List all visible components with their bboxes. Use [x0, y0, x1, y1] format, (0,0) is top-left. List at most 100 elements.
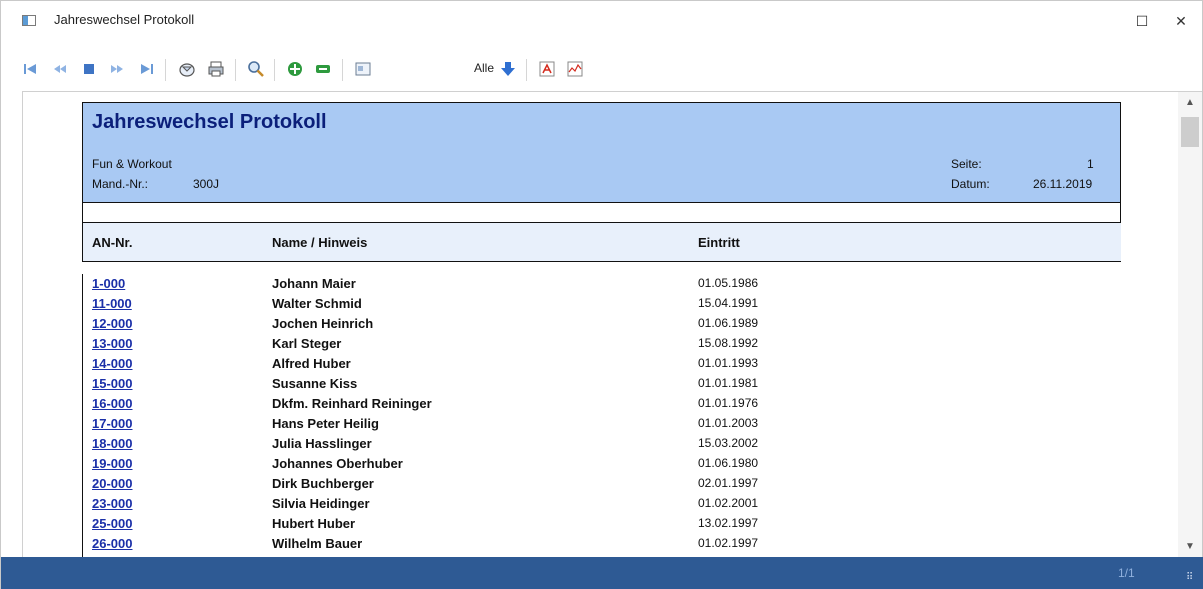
- entry-date: 01.02.1997: [698, 536, 759, 550]
- table-row: 18-000 Julia Hasslinger 15.03.2002: [83, 434, 1122, 454]
- employee-name: Alfred Huber: [272, 356, 351, 371]
- employee-name: Hubert Huber: [272, 516, 356, 531]
- employee-name: Silvia Heidinger: [272, 496, 370, 511]
- entry-date: 01.06.1989: [698, 316, 759, 330]
- toolbar: Alle: [1, 53, 1202, 85]
- first-page-icon[interactable]: [21, 60, 39, 78]
- employee-name: Jochen Heinrich: [272, 316, 374, 331]
- window-title: Jahreswechsel Protokoll: [54, 12, 195, 27]
- table-row: 25-000 Hubert Huber 13.02.1997: [83, 514, 1122, 534]
- table-row: 19-000 Johannes Oberhuber 01.06.1980: [83, 454, 1122, 474]
- page-indicator: 1/1: [1118, 566, 1135, 580]
- an-nr-link[interactable]: 11-000: [92, 296, 132, 311]
- scroll-up-icon[interactable]: ▲: [1178, 94, 1202, 112]
- stop-icon[interactable]: [80, 60, 98, 78]
- column-eintritt: Eintritt: [698, 235, 740, 250]
- entry-date: 15.04.1991: [698, 296, 759, 310]
- an-nr-link[interactable]: 15-000: [92, 376, 132, 391]
- report-viewer: Jahreswechsel Protokoll Fun & Workout Ma…: [22, 91, 1202, 557]
- alle-label[interactable]: Alle: [474, 61, 494, 75]
- an-nr-link[interactable]: 18-000: [92, 436, 132, 451]
- entry-date: 01.06.1980: [698, 456, 759, 470]
- entry-date: 01.01.1981: [698, 376, 759, 390]
- image-icon[interactable]: [354, 60, 372, 78]
- an-nr-link[interactable]: 25-000: [92, 516, 132, 531]
- maximize-button[interactable]: ☐: [1132, 11, 1152, 31]
- column-name: Name / Hinweis: [272, 235, 368, 250]
- an-nr-link[interactable]: 16-000: [92, 396, 132, 411]
- employee-name: Julia Hasslinger: [272, 436, 372, 451]
- toolbar-separator: [526, 59, 527, 81]
- entry-date: 01.01.2003: [698, 416, 759, 430]
- employee-name: Dkfm. Reinhard Reininger: [272, 396, 432, 411]
- send-icon[interactable]: [178, 60, 196, 78]
- pdf-icon[interactable]: [538, 60, 556, 78]
- entry-date: 02.01.1997: [698, 476, 759, 490]
- export-down-icon[interactable]: [499, 60, 517, 78]
- entry-date: 15.03.2002: [698, 436, 759, 450]
- report-page: Jahreswechsel Protokoll Fun & Workout Ma…: [82, 102, 1121, 557]
- an-nr-link[interactable]: 20-000: [92, 476, 132, 491]
- table-row: 23-000 Silvia Heidinger 01.02.2001: [83, 494, 1122, 514]
- table-row: 17-000 Hans Peter Heilig 01.01.2003: [83, 414, 1122, 434]
- table-row: 16-000 Dkfm. Reinhard Reininger 01.01.1976: [83, 394, 1122, 414]
- company-name: Fun & Workout: [92, 157, 172, 171]
- toolbar-separator: [235, 59, 236, 81]
- table-row: 15-000 Susanne Kiss 01.01.1981: [83, 374, 1122, 394]
- seite-value: 1: [1087, 157, 1094, 171]
- an-nr-link[interactable]: 14-000: [92, 356, 132, 371]
- datum-label: Datum:: [951, 177, 990, 191]
- zoom-icon[interactable]: [247, 60, 265, 78]
- scroll-down-icon[interactable]: ▼: [1178, 538, 1202, 556]
- an-nr-link[interactable]: 19-000: [92, 456, 132, 471]
- toolbar-separator: [342, 59, 343, 81]
- zoom-in-icon[interactable]: [286, 60, 304, 78]
- print-icon[interactable]: [207, 60, 225, 78]
- table-row: 20-000 Dirk Buchberger 02.01.1997: [83, 474, 1122, 494]
- employee-name: Wilhelm Bauer: [272, 536, 363, 551]
- mand-value: 300J: [193, 177, 220, 191]
- zoom-out-icon[interactable]: [314, 60, 332, 78]
- employee-name: Walter Schmid: [272, 296, 362, 311]
- an-nr-link[interactable]: 17-000: [92, 416, 132, 431]
- header-spacer: [82, 203, 1121, 223]
- entry-date: 15.08.1992: [698, 336, 759, 350]
- entry-date: 01.05.1986: [698, 276, 759, 290]
- column-an-nr: AN-Nr.: [92, 235, 133, 250]
- an-nr-link[interactable]: 23-000: [92, 496, 132, 511]
- close-button[interactable]: ✕: [1171, 11, 1191, 31]
- status-bar: 1/1 ⠿: [1, 557, 1203, 589]
- toolbar-separator: [165, 59, 166, 81]
- an-nr-link[interactable]: 12-000: [92, 316, 132, 331]
- employee-name: Johann Maier: [272, 276, 356, 291]
- table-row: 1-000 Johann Maier 01.05.1986: [83, 274, 1122, 294]
- table-row: 12-000 Jochen Heinrich 01.06.1989: [83, 314, 1122, 334]
- table-header: AN-Nr. Name / Hinweis Eintritt: [82, 223, 1121, 262]
- an-nr-link[interactable]: 26-000: [92, 536, 132, 551]
- table-row: 11-000 Walter Schmid 15.04.1991: [83, 294, 1122, 314]
- report-title: Jahreswechsel Protokoll: [92, 111, 327, 133]
- an-nr-link[interactable]: 13-000: [92, 336, 132, 351]
- table-row: 26-000 Wilhelm Bauer 01.02.1997: [83, 534, 1122, 554]
- chart-icon[interactable]: [566, 60, 584, 78]
- scroll-thumb[interactable]: [1181, 117, 1199, 147]
- report-window: Jahreswechsel Protokoll ☐ ✕ Alle Jahresw…: [0, 0, 1203, 589]
- seite-label: Seite:: [951, 157, 982, 171]
- table-row: 13-000 Karl Steger 15.08.1992: [83, 334, 1122, 354]
- toolbar-separator: [274, 59, 275, 81]
- next-page-icon[interactable]: [108, 60, 126, 78]
- resize-grip-icon[interactable]: ⠿: [1186, 572, 1193, 583]
- employee-name: Susanne Kiss: [272, 376, 358, 391]
- table-row: 14-000 Alfred Huber 01.01.1993: [83, 354, 1122, 374]
- entry-date: 01.01.1993: [698, 356, 759, 370]
- employee-name: Dirk Buchberger: [272, 476, 374, 491]
- title-bar: Jahreswechsel Protokoll ☐ ✕: [1, 1, 1202, 39]
- entry-date: 01.02.2001: [698, 496, 759, 510]
- mand-label: Mand.-Nr.:: [92, 177, 149, 191]
- an-nr-link[interactable]: 1-000: [92, 276, 125, 291]
- entry-date: 01.01.1976: [698, 396, 759, 410]
- prev-page-icon[interactable]: [51, 60, 69, 78]
- vertical-scrollbar[interactable]: ▲ ▼: [1178, 92, 1202, 557]
- last-page-icon[interactable]: [138, 60, 156, 78]
- employee-list: 1-000 Johann Maier 01.05.1986 11-000 Walter …: [82, 274, 1121, 557]
